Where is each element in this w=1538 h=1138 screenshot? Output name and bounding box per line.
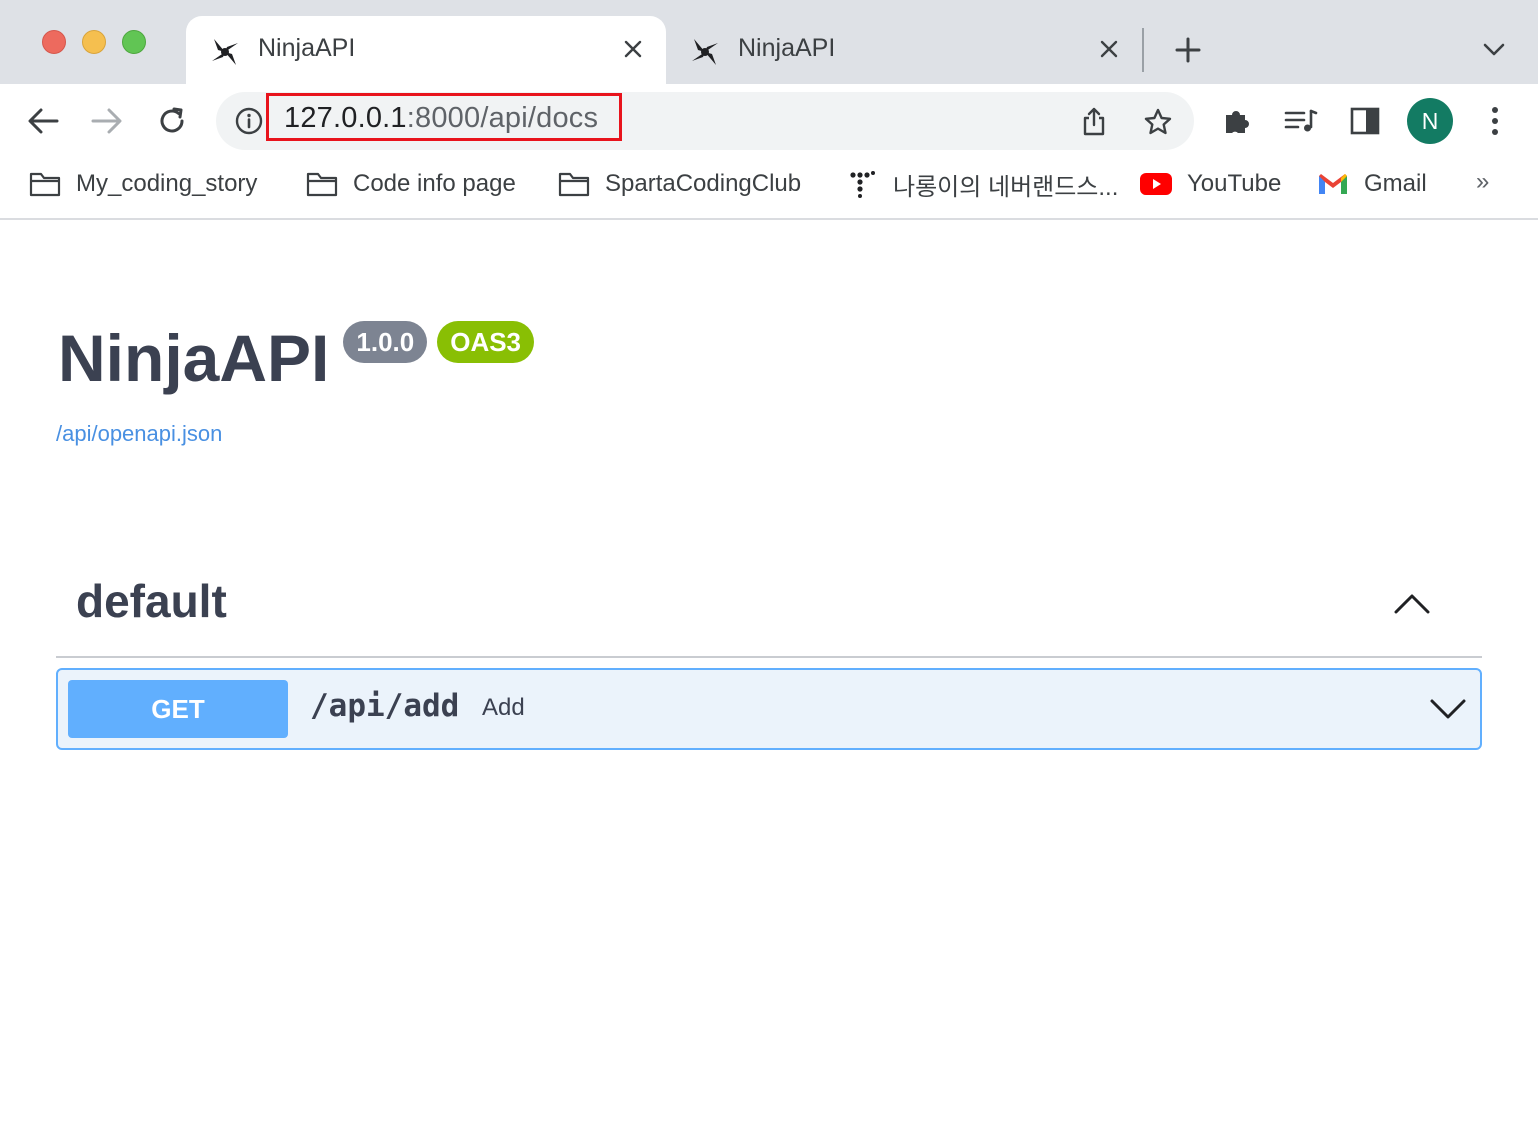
puzzle-icon	[1226, 111, 1249, 133]
close-window-button[interactable]	[42, 30, 66, 54]
chevron-down-icon[interactable]	[1428, 694, 1468, 724]
close-tab-icon[interactable]	[1094, 34, 1124, 64]
reload-button[interactable]	[151, 100, 193, 142]
arrow-right-icon	[91, 108, 122, 134]
bookmark-youtube[interactable]: YouTube	[1139, 166, 1281, 202]
close-tab-icon[interactable]	[618, 34, 648, 64]
bookmark-label: Gmail	[1364, 170, 1427, 197]
info-icon[interactable]	[234, 106, 264, 136]
url-path: :8000/api/docs	[406, 102, 599, 134]
dots-logo-icon	[845, 169, 879, 199]
bookmark-code-info-page[interactable]: Code info page	[305, 166, 516, 202]
bookmark-label: 나롱이의 네버랜드스...	[893, 173, 1119, 201]
folder-icon	[557, 169, 591, 199]
http-method-badge: GET	[68, 680, 288, 738]
more-vertical-icon	[1492, 107, 1498, 135]
folder-icon	[28, 169, 62, 199]
minimize-window-button[interactable]	[82, 30, 106, 54]
arrow-left-icon	[28, 108, 59, 134]
youtube-icon	[1139, 169, 1173, 199]
operation-get-api-add[interactable]: GET /api/add Add	[56, 668, 1482, 750]
ninja-favicon-icon	[212, 39, 238, 65]
tab-strip: NinjaAPI NinjaAPI	[0, 0, 1538, 84]
version-badge: 1.0.0	[343, 321, 428, 363]
tag-section-default[interactable]: default	[56, 566, 1482, 658]
bookmarks-overflow-button[interactable]: »	[1476, 168, 1489, 196]
address-bar[interactable]: 127.0.0.1:8000/api/docs	[216, 92, 1194, 150]
tag-title: default	[76, 575, 227, 627]
profile-avatar[interactable]: N	[1407, 98, 1453, 144]
tab-divider	[1142, 28, 1144, 72]
bookmark-label: Code info page	[353, 170, 516, 197]
zoom-window-button[interactable]	[122, 30, 146, 54]
star-icon	[1144, 108, 1172, 135]
reading-list-button[interactable]	[1280, 100, 1322, 142]
side-panel-icon	[1350, 107, 1380, 135]
api-info-header: NinjaAPI 1.0.0 OAS3	[58, 318, 535, 398]
browser-toolbar: 127.0.0.1:8000/api/docs N	[0, 84, 1538, 158]
bookmark-label: My_coding_story	[76, 170, 258, 197]
plus-icon	[1175, 37, 1201, 63]
operation-summary: Add	[482, 694, 525, 721]
gmail-icon	[1316, 169, 1350, 199]
page-title: NinjaAPI	[58, 321, 330, 395]
bookmark-star-button[interactable]	[1140, 104, 1176, 140]
forward-button[interactable]	[86, 100, 128, 142]
share-button[interactable]	[1076, 104, 1112, 140]
browser-menu-button[interactable]	[1474, 100, 1516, 142]
oas-badge: OAS3	[437, 321, 535, 363]
chevron-up-icon[interactable]	[1392, 588, 1432, 618]
back-button[interactable]	[22, 100, 64, 142]
url-host: 127.0.0.1	[284, 102, 407, 134]
operation-path: /api/add	[310, 688, 460, 724]
tab-search-button[interactable]	[1476, 32, 1512, 68]
tab-ninjaapi-active[interactable]: NinjaAPI	[186, 16, 666, 84]
tab-title: NinjaAPI	[258, 34, 356, 62]
share-icon	[1083, 107, 1105, 136]
bookmark-label: YouTube	[1187, 170, 1282, 197]
tab-title: NinjaAPI	[738, 34, 836, 62]
url-text[interactable]: 127.0.0.1:8000/api/docs	[284, 102, 598, 135]
tab-ninjaapi-inactive[interactable]: NinjaAPI	[666, 16, 1142, 84]
bookmark-narong-neverland[interactable]: 나롱이의 네버랜드스...	[845, 166, 1118, 202]
ninja-favicon-icon	[692, 39, 718, 65]
bookmark-label: SpartaCodingClub	[605, 170, 802, 197]
bookmark-spartacodingclub[interactable]: SpartaCodingClub	[557, 166, 801, 202]
folder-icon	[305, 169, 339, 199]
side-panel-button[interactable]	[1344, 100, 1386, 142]
media-queue-icon	[1284, 109, 1318, 132]
chevron-down-icon	[1483, 43, 1505, 56]
bookmark-gmail[interactable]: Gmail	[1316, 166, 1427, 202]
reload-icon	[160, 107, 184, 133]
bookmarks-bar: My_coding_story Code info page SpartaCod…	[0, 158, 1538, 220]
extensions-button[interactable]	[1216, 100, 1258, 142]
openapi-spec-link[interactable]: /api/openapi.json	[56, 421, 222, 447]
new-tab-button[interactable]	[1168, 30, 1208, 70]
bookmark-my-coding-story[interactable]: My_coding_story	[28, 166, 257, 202]
